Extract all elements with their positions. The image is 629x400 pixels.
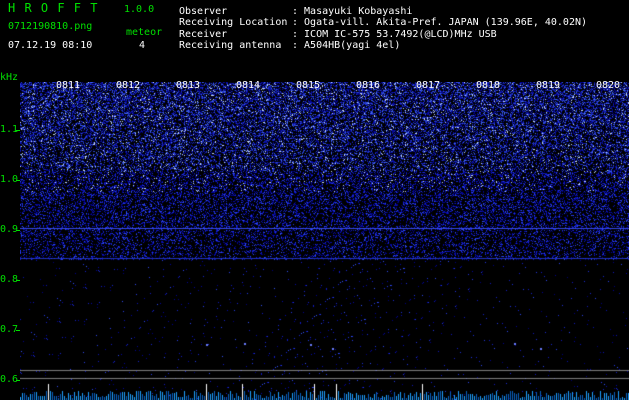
time-label: 0817 — [416, 80, 441, 91]
observer-value: : Masayuki Kobayashi — [292, 6, 413, 17]
time-label: 0814 — [236, 80, 261, 91]
time-label: 0819 — [536, 80, 561, 91]
time-label: 0813 — [176, 80, 201, 91]
receiver-label: Receiver — [179, 29, 228, 40]
observer-label: Observer — [179, 6, 228, 17]
meteor-count: 4 — [139, 40, 146, 51]
time-label: 0818 — [476, 80, 501, 91]
meteor-label: meteor — [126, 27, 163, 38]
receiver-value: : ICOM IC-575 53.7492(@LCD)MHz USB — [292, 29, 497, 40]
time-label: 0820 — [596, 80, 621, 91]
app-version: 1.0.0 — [124, 4, 155, 15]
datetime: 07.12.19 08:10 — [8, 40, 93, 51]
time-label: 0811 — [56, 80, 81, 91]
y-axis-unit: kHz — [0, 72, 19, 83]
location-label: Receiving Location — [179, 17, 288, 28]
time-label: 0812 — [116, 80, 141, 91]
file-name: 0712190810.png — [8, 21, 93, 32]
time-label: 0816 — [356, 80, 381, 91]
spectrogram-canvas — [20, 82, 629, 400]
time-label: 0815 — [296, 80, 321, 91]
app-name: H R O F F T — [8, 1, 99, 15]
antenna-value: : A504HB(yagi 4el) — [292, 40, 401, 51]
location-value: : Ogata-vill. Akita-Pref. JAPAN (139.96E… — [292, 17, 588, 28]
antenna-label: Receiving antenna — [179, 40, 282, 51]
